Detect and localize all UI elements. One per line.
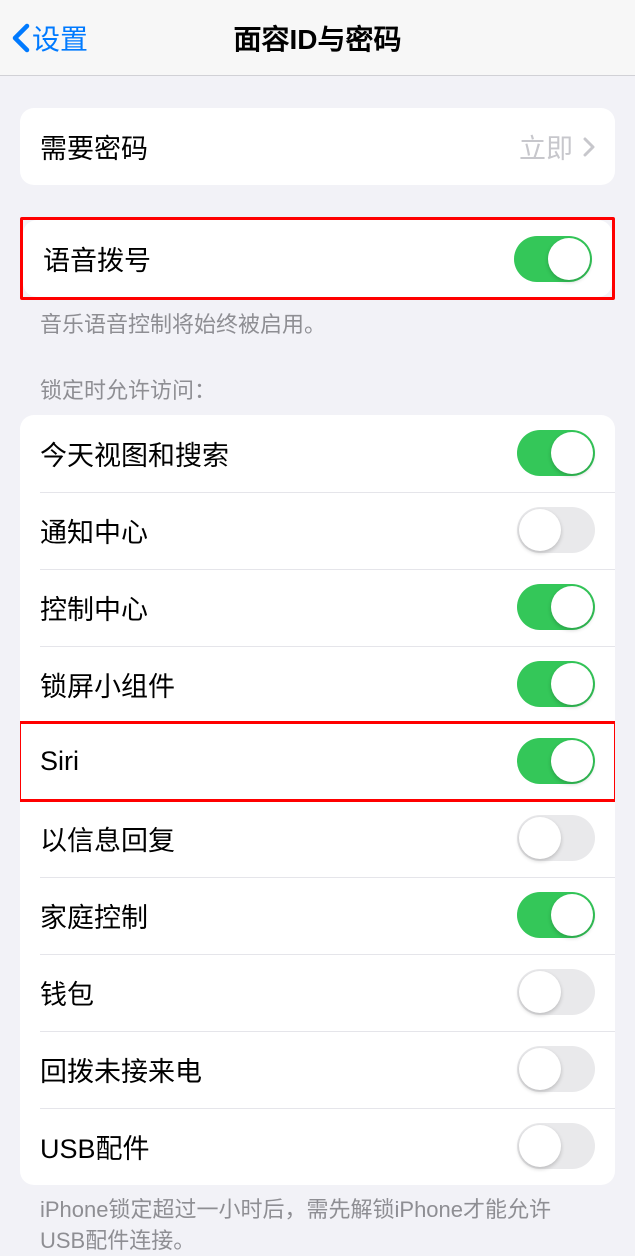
- lock-access-row: 控制中心: [20, 569, 615, 646]
- lock-access-switch[interactable]: [517, 969, 595, 1015]
- voice-dial-switch[interactable]: [514, 236, 592, 282]
- lock-access-list: 今天视图和搜索通知中心控制中心锁屏小组件 Siri 以信息回复家庭控制钱包回拨未接来…: [20, 415, 615, 1185]
- lock-access-row: 锁屏小组件: [20, 646, 615, 723]
- lock-access-switch[interactable]: [517, 507, 595, 553]
- lock-access-item-label: 控制中心: [40, 588, 148, 627]
- require-passcode-value: 立即: [519, 127, 573, 166]
- back-button[interactable]: 设置: [12, 18, 88, 58]
- voice-dial-highlight: 语音拨号: [20, 217, 615, 300]
- require-passcode-row[interactable]: 需要密码 立即: [20, 108, 615, 185]
- lock-access-row: USB配件: [20, 1108, 615, 1185]
- navigation-bar: 设置 面容ID与密码: [0, 0, 635, 76]
- lock-access-item-label: 回拨未接来电: [40, 1050, 202, 1089]
- page-title: 面容ID与密码: [233, 18, 401, 58]
- lock-access-row: 家庭控制: [20, 877, 615, 954]
- lock-access-row: 回拨未接来电: [20, 1031, 615, 1108]
- lock-access-switch[interactable]: [517, 738, 595, 784]
- lock-access-switch[interactable]: [517, 1046, 595, 1092]
- back-label: 设置: [32, 18, 88, 58]
- chevron-left-icon: [12, 23, 30, 53]
- lock-access-item-label: 家庭控制: [40, 896, 148, 935]
- lock-access-row: 通知中心: [20, 492, 615, 569]
- lock-access-item-label: 锁屏小组件: [40, 665, 175, 704]
- lock-access-item-label: 以信息回复: [40, 819, 175, 858]
- lock-access-item-label: 通知中心: [40, 511, 148, 550]
- lock-access-row: 钱包: [20, 954, 615, 1031]
- voice-dial-footer: 音乐语音控制将始终被启用。: [20, 300, 615, 341]
- lock-access-switch[interactable]: [517, 430, 595, 476]
- lock-access-item-label: Siri: [40, 746, 79, 777]
- lock-access-switch[interactable]: [517, 892, 595, 938]
- lock-access-header: 锁定时允许访问：: [20, 373, 615, 415]
- lock-access-item-label: 钱包: [40, 973, 94, 1012]
- lock-access-switch[interactable]: [517, 1123, 595, 1169]
- lock-access-switch[interactable]: [517, 661, 595, 707]
- voice-dial-row: 语音拨号: [23, 220, 612, 297]
- lock-access-item-label: 今天视图和搜索: [40, 434, 229, 473]
- voice-dial-label: 语音拨号: [43, 239, 151, 278]
- lock-access-footer: iPhone锁定超过一小时后，需先解锁iPhone才能允许USB配件连接。: [20, 1185, 615, 1256]
- require-passcode-label: 需要密码: [40, 127, 148, 166]
- chevron-right-icon: [583, 137, 595, 157]
- lock-access-switch[interactable]: [517, 584, 595, 630]
- lock-access-row: Siri: [20, 723, 615, 800]
- lock-access-switch[interactable]: [517, 815, 595, 861]
- lock-access-item-label: USB配件: [40, 1127, 150, 1166]
- lock-access-row: 今天视图和搜索: [20, 415, 615, 492]
- lock-access-row: 以信息回复: [20, 800, 615, 877]
